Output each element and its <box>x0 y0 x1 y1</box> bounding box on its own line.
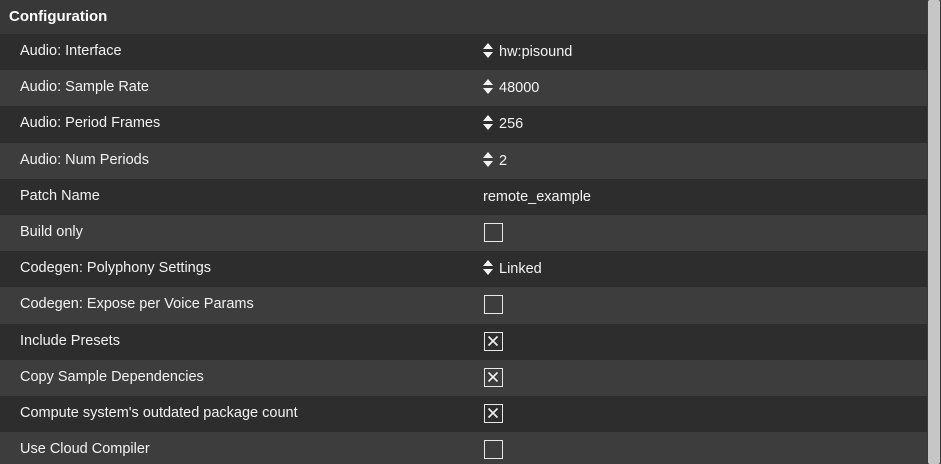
spinner-value[interactable]: 256 <box>499 107 523 141</box>
settings-row-label: Audio: Num Periods <box>20 151 149 168</box>
settings-row-value: Linked <box>482 251 542 287</box>
settings-row: Audio: Sample Rate 48000 <box>0 70 927 107</box>
settings-row: Audio: Period Frames 256 <box>0 106 927 143</box>
settings-row-value <box>482 287 503 323</box>
settings-row: Audio: Num Periods 2 <box>0 142 927 179</box>
settings-row-value <box>482 215 503 251</box>
value-spinner[interactable]: 2 <box>482 144 507 178</box>
value-spinner[interactable]: hw:pisound <box>482 35 572 69</box>
settings-row-label: Audio: Period Frames <box>20 115 161 132</box>
value-spinner[interactable]: Linked <box>482 252 542 286</box>
settings-row-value <box>482 432 503 464</box>
updown-arrows-icon[interactable] <box>482 42 494 60</box>
updown-arrows-icon[interactable] <box>482 151 494 169</box>
checkbox-unchecked[interactable] <box>484 222 503 242</box>
settings-row: Include Presets <box>0 323 927 360</box>
x-mark-icon <box>487 407 499 418</box>
spinner-value[interactable]: 2 <box>499 144 507 178</box>
settings-row-label: Compute system's outdated package count <box>20 404 298 421</box>
spinner-value[interactable]: Linked <box>499 252 542 286</box>
settings-row-value: 256 <box>482 106 523 142</box>
checkbox-unchecked[interactable] <box>484 295 503 315</box>
spinner-value[interactable]: 48000 <box>499 71 539 105</box>
settings-row-value: remote_example <box>482 179 591 215</box>
value-spinner[interactable]: 48000 <box>482 71 539 105</box>
settings-row: Compute system's outdated package count <box>0 395 927 433</box>
settings-row-label: Audio: Interface <box>20 43 122 59</box>
checkbox-checked[interactable] <box>484 331 503 351</box>
checkbox-checked[interactable] <box>484 367 503 387</box>
x-mark-icon <box>487 371 499 382</box>
settings-row-label: Audio: Sample Rate <box>20 79 149 96</box>
checkbox-checked[interactable] <box>484 403 503 423</box>
updown-arrows-icon[interactable] <box>482 259 494 277</box>
settings-row-value: hw:pisound <box>482 34 572 70</box>
settings-row-value <box>482 324 503 360</box>
settings-row-value: 2 <box>482 143 507 179</box>
settings-row-label: Codegen: Polyphony Settings <box>20 260 212 277</box>
x-mark-icon <box>487 335 499 346</box>
settings-row: Codegen: Polyphony Settings Linked <box>0 251 927 288</box>
settings-row-value: 48000 <box>482 70 539 106</box>
settings-row-label: Build only <box>20 223 83 240</box>
checkbox-unchecked[interactable] <box>484 440 503 460</box>
settings-row: Audio: Interface hw:pisound <box>0 34 927 71</box>
configuration-panel: Configuration Audio: Interface hw:pisound… <box>0 0 927 464</box>
updown-arrows-icon[interactable] <box>482 114 494 132</box>
settings-list: Audio: Interface hw:pisound Audio: Sample … <box>0 34 927 464</box>
settings-row: Use Cloud Compiler <box>0 432 927 464</box>
vertical-scrollbar[interactable] <box>927 0 941 464</box>
settings-row-label: Use Cloud Compiler <box>20 441 150 458</box>
settings-row: Build only <box>0 214 927 252</box>
settings-row-label: Patch Name <box>20 187 100 204</box>
settings-row-label: Copy Sample Dependencies <box>20 368 204 385</box>
text-field[interactable]: remote_example <box>482 180 591 214</box>
settings-row-value <box>482 360 503 396</box>
settings-row: Codegen: Expose per Voice Params <box>0 287 927 324</box>
settings-row: Copy Sample Dependencies <box>0 359 927 396</box>
updown-arrows-icon[interactable] <box>482 78 494 96</box>
spinner-value[interactable]: hw:pisound <box>499 35 572 69</box>
settings-row-label: Include Presets <box>20 332 120 349</box>
settings-row: Patch Name remote_example <box>0 178 927 215</box>
settings-row-value <box>482 396 503 432</box>
panel-title: Configuration <box>0 0 927 34</box>
value-spinner[interactable]: 256 <box>482 107 523 141</box>
settings-row-label: Codegen: Expose per Voice Params <box>20 296 254 313</box>
scrollbar-thumb[interactable] <box>928 0 940 464</box>
